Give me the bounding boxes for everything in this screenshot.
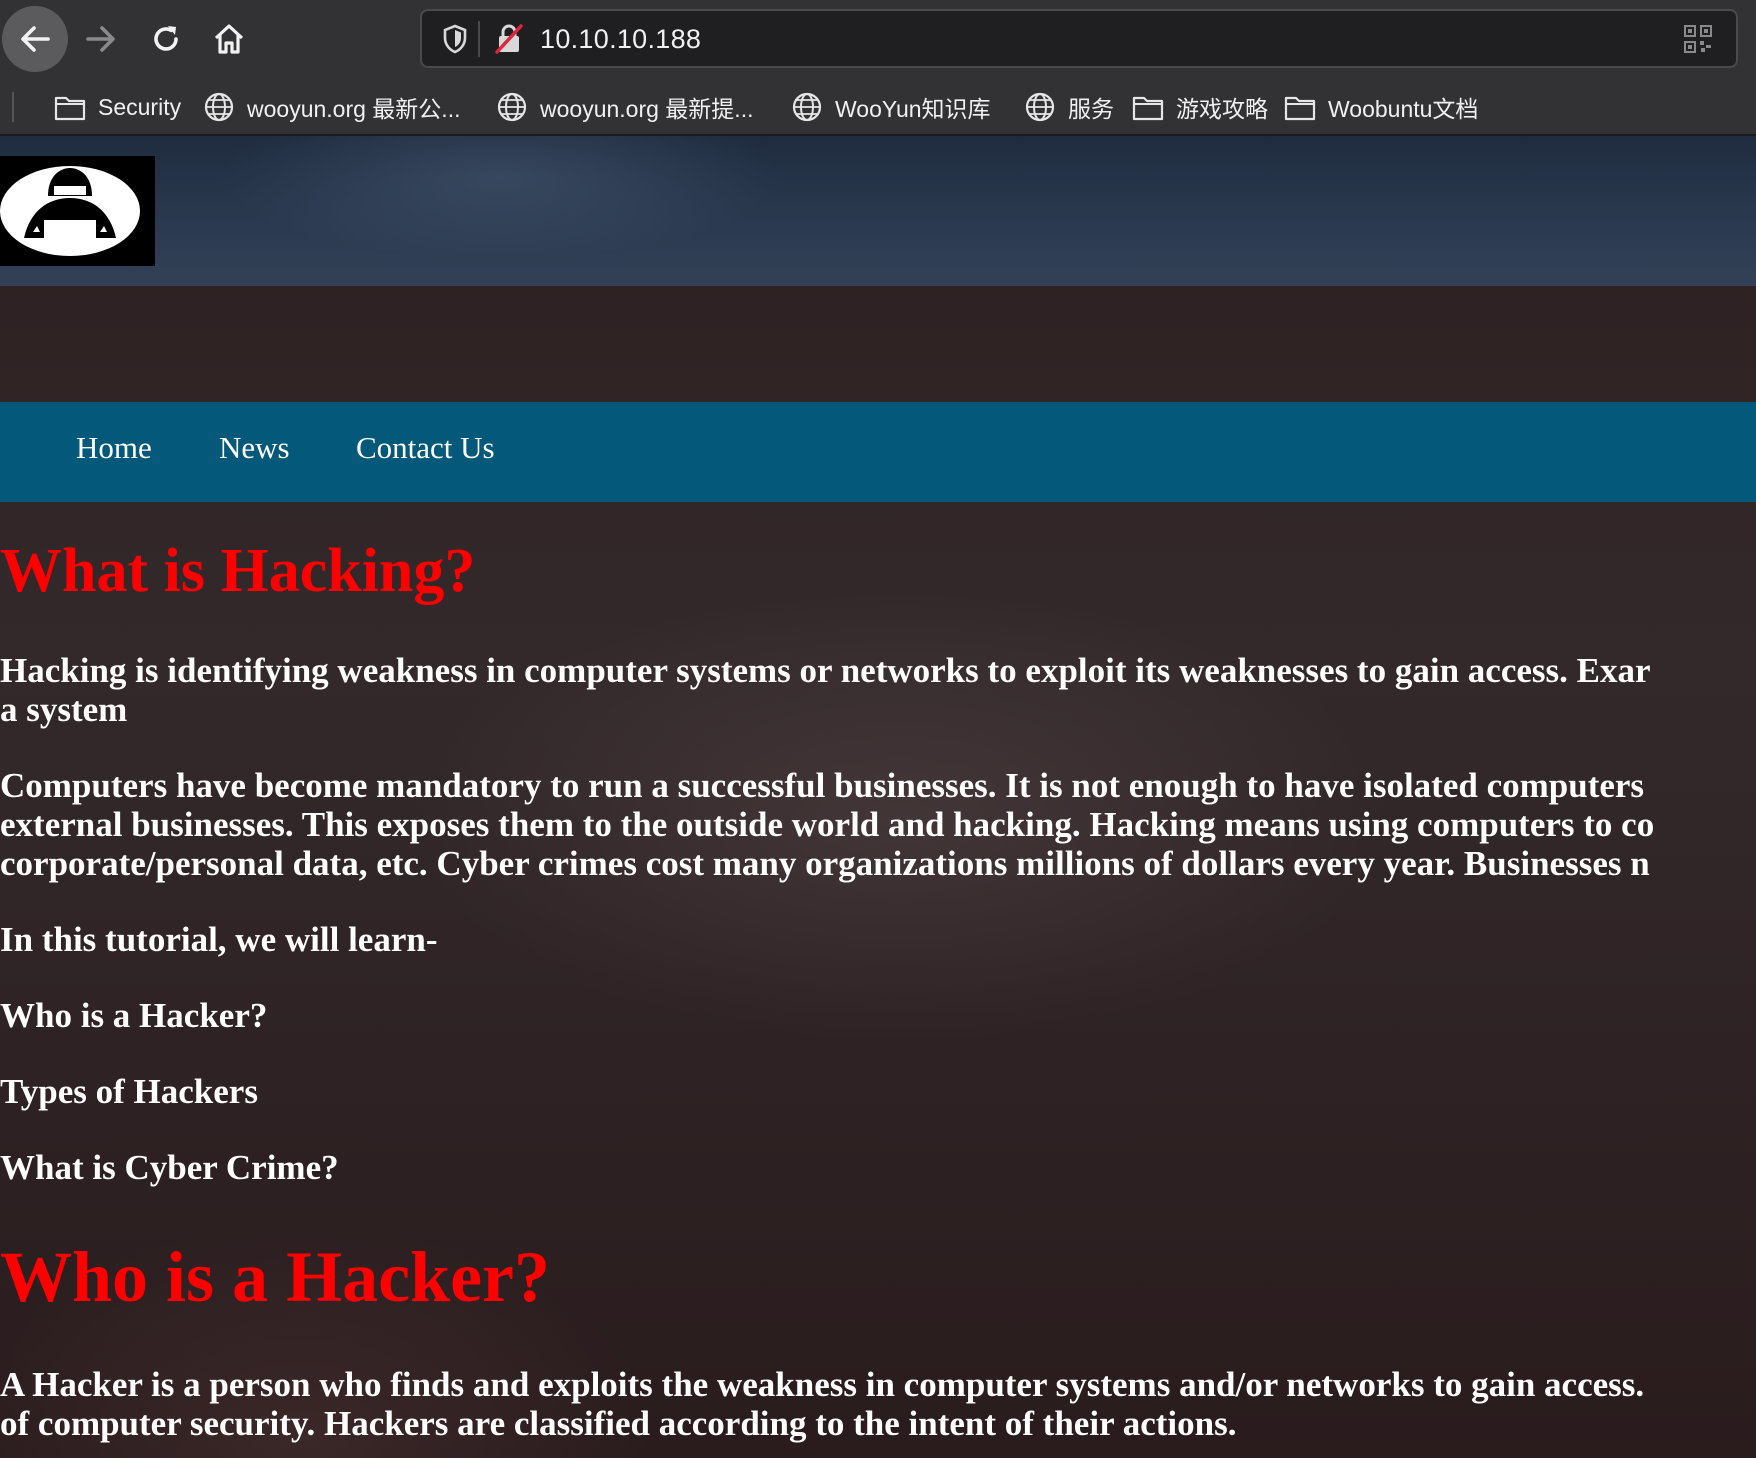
text-line: of computer security. Hackers are classi… xyxy=(0,1404,1237,1443)
bookmark-woobuntu-docs[interactable]: Woobuntu文档 xyxy=(1284,88,1478,126)
text-line: corporate/personal data, etc. Cyber crim… xyxy=(0,844,1650,883)
bookmark-security[interactable]: Security xyxy=(54,88,181,126)
bookmark-youxi-gonglue[interactable]: 游戏攻略 xyxy=(1132,88,1268,126)
paragraph-hacking-definition: Hacking is identifying weakness in compu… xyxy=(0,651,1651,729)
text-line: A Hacker is a person who finds and explo… xyxy=(0,1365,1645,1404)
bookmark-label: Woobuntu文档 xyxy=(1328,96,1479,122)
bookmark-label: 服务 xyxy=(1068,96,1114,122)
text-line: Types of Hackers xyxy=(0,1072,258,1111)
bookmarks-bar: Security wooyun.org 最新公... wooyun.org 最新… xyxy=(0,78,1756,136)
text-line: Who is a Hacker? xyxy=(0,996,268,1035)
heading-who-is-a-hacker: Who is a Hacker? xyxy=(0,1237,550,1317)
text-line: Hacking is identifying weakness in compu… xyxy=(0,651,1651,690)
bookmark-label: 游戏攻略 xyxy=(1176,96,1268,122)
globe-icon xyxy=(791,90,825,124)
text-line: a system xyxy=(0,690,128,729)
back-button[interactable] xyxy=(2,6,68,72)
bookmark-label: wooyun.org 最新公... xyxy=(247,96,461,122)
bookmarks-divider xyxy=(12,92,14,122)
globe-icon xyxy=(1024,90,1058,124)
paragraph-hacker-definition: A Hacker is a person who finds and explo… xyxy=(0,1365,1644,1443)
nav-contact-us[interactable]: Contact Us xyxy=(356,430,495,466)
home-icon xyxy=(214,24,244,54)
bookmark-wooyun-gonggao[interactable]: wooyun.org 最新公... xyxy=(203,88,460,126)
site-logo[interactable] xyxy=(0,156,155,266)
url-text[interactable]: 10.10.10.188 xyxy=(540,24,701,55)
header-banner xyxy=(0,136,1756,286)
heading-what-is-hacking: What is Hacking? xyxy=(0,537,476,605)
forward-button[interactable] xyxy=(68,6,134,72)
browser-toolbar: 10.10.10.188 xyxy=(0,0,1756,78)
shield-icon[interactable] xyxy=(442,24,468,59)
bookmark-wooyun-tijiao[interactable]: wooyun.org 最新提... xyxy=(496,88,753,126)
nav-home[interactable]: Home xyxy=(76,430,152,466)
nav-news[interactable]: News xyxy=(219,430,290,466)
folder-icon xyxy=(1132,90,1166,124)
globe-icon xyxy=(496,90,530,124)
globe-icon xyxy=(203,90,237,124)
reload-button[interactable] xyxy=(133,6,199,72)
text-line: What is Cyber Crime? xyxy=(0,1148,339,1187)
arrow-right-icon xyxy=(86,26,115,52)
bookmark-wooyun-zhishiku[interactable]: WooYun知识库 xyxy=(791,88,991,126)
folder-icon xyxy=(54,90,88,124)
toc-item: Types of Hackers xyxy=(0,1072,258,1111)
text-line: Computers have become mandatory to run a… xyxy=(0,766,1645,805)
site-navbar: Home News Contact Us xyxy=(0,402,1756,502)
qr-code-icon[interactable] xyxy=(1684,25,1712,58)
bookmark-label: Security xyxy=(98,93,182,120)
bookmark-fuwu[interactable]: 服务 xyxy=(1024,88,1114,126)
toc-item: What is Cyber Crime? xyxy=(0,1148,339,1187)
bookmark-label: wooyun.org 最新提... xyxy=(540,96,754,122)
insecure-lock-icon[interactable] xyxy=(494,23,524,60)
toc-item: Who is a Hacker? xyxy=(0,996,267,1035)
text-line: external businesses. This exposes them t… xyxy=(0,805,1655,844)
paragraph-computers-business: Computers have become mandatory to run a… xyxy=(0,766,1654,883)
text-line: In this tutorial, we will learn- xyxy=(0,920,438,959)
address-bar[interactable]: 10.10.10.188 xyxy=(420,9,1738,68)
reload-icon xyxy=(154,26,178,51)
web-page: Home News Contact Us What is Hacking? Ha… xyxy=(0,136,1756,1458)
bookmark-label: WooYun知识库 xyxy=(835,96,991,122)
divider xyxy=(478,21,480,57)
hacker-logo-icon xyxy=(0,166,140,256)
paragraph-intro: In this tutorial, we will learn- xyxy=(0,920,437,959)
arrow-left-icon xyxy=(21,26,50,52)
home-button[interactable] xyxy=(196,6,262,72)
folder-icon xyxy=(1284,90,1318,124)
